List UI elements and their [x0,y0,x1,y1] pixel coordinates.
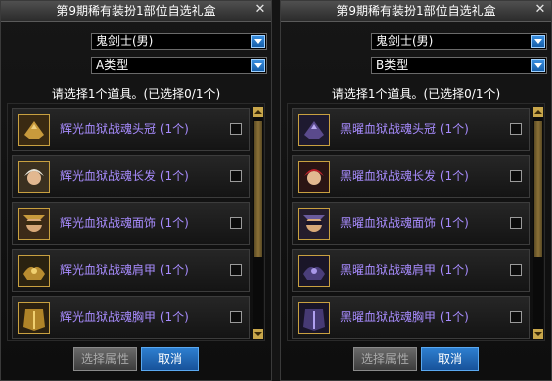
helmet-icon [18,114,50,146]
item-checkbox[interactable] [230,170,242,182]
list-item[interactable]: 辉光血狱战魂胸甲 (1个) [12,296,250,339]
title-bar[interactable]: 第9期稀有装扮1部位自选礼盒 ✕ [1,1,271,22]
item-checkbox[interactable] [510,217,522,229]
scroll-down-icon[interactable] [253,329,263,339]
job-select-value: 鬼剑士(男) [96,34,154,48]
item-checkbox[interactable] [510,264,522,276]
item-name: 黑曜血狱战魂胸甲 (1个) [340,310,469,324]
item-name: 辉光血狱战魂头冠 (1个) [60,122,189,136]
item-checkbox[interactable] [230,264,242,276]
item-name: 黑曜血狱战魂面饰 (1个) [340,216,469,230]
item-checkbox[interactable] [230,217,242,229]
item-list: 辉光血狱战魂头冠 (1个) 辉光血狱战魂长发 (1个) 辉光血狱战魂面饰 (1个… [7,103,265,341]
item-name: 黑曜血狱战魂肩甲 (1个) [340,263,469,277]
type-select[interactable]: A类型 [91,57,267,74]
type-select-value: A类型 [96,58,129,72]
item-name: 辉光血狱战魂胸甲 (1个) [60,310,189,324]
list-item[interactable]: 辉光血狱战魂肩甲 (1个) [12,249,250,292]
job-select[interactable]: 鬼剑士(男) [91,33,267,50]
scroll-down-icon[interactable] [533,329,543,339]
scrollbar[interactable] [253,107,263,339]
job-select[interactable]: 鬼剑士(男) [371,33,547,50]
face-accessory-icon [298,208,330,240]
list-item[interactable]: 辉光血狱战魂头冠 (1个) [12,108,250,151]
list-item[interactable]: 黑曜血狱战魂面饰 (1个) [292,202,530,245]
scroll-up-icon[interactable] [253,107,263,117]
chevron-down-icon[interactable] [251,35,265,48]
type-select-value: B类型 [376,58,409,72]
shoulder-armor-icon [298,255,330,287]
item-checkbox[interactable] [230,123,242,135]
scroll-up-icon[interactable] [533,107,543,117]
item-name: 黑曜血狱战魂头冠 (1个) [340,122,469,136]
list-item[interactable]: 黑曜血狱战魂胸甲 (1个) [292,296,530,339]
scrollbar-thumb[interactable] [534,121,542,257]
job-select-value: 鬼剑士(男) [376,34,434,48]
close-icon[interactable]: ✕ [253,3,267,17]
gift-box-dialog-a: 第9期稀有装扮1部位自选礼盒 ✕ 鬼剑士(男) A类型 请选择1个道具。(已选择… [0,0,272,381]
list-item[interactable]: 辉光血狱战魂面饰 (1个) [12,202,250,245]
helmet-icon [298,114,330,146]
chest-armor-icon [18,302,50,334]
dialog-title: 第9期稀有装扮1部位自选礼盒 [56,4,216,18]
title-bar[interactable]: 第9期稀有装扮1部位自选礼盒 ✕ [281,1,551,22]
hair-icon [298,161,330,193]
chest-armor-icon [298,302,330,334]
gift-box-dialog-b: 第9期稀有装扮1部位自选礼盒 ✕ 鬼剑士(男) B类型 请选择1个道具。(已选择… [280,0,552,381]
item-name: 黑曜血狱战魂长发 (1个) [340,169,469,183]
hair-icon [18,161,50,193]
face-accessory-icon [18,208,50,240]
chevron-down-icon[interactable] [251,59,265,72]
chevron-down-icon[interactable] [531,35,545,48]
selection-instruction: 请选择1个道具。(已选择0/1个) [51,87,221,101]
item-name: 辉光血狱战魂长发 (1个) [60,169,189,183]
scrollbar[interactable] [533,107,543,339]
item-checkbox[interactable] [230,311,242,323]
selection-instruction: 请选择1个道具。(已选择0/1个) [331,87,501,101]
item-checkbox[interactable] [510,170,522,182]
select-attribute-button[interactable]: 选择属性 [73,347,137,371]
type-select[interactable]: B类型 [371,57,547,74]
list-item[interactable]: 黑曜血狱战魂头冠 (1个) [292,108,530,151]
item-list: 黑曜血狱战魂头冠 (1个) 黑曜血狱战魂长发 (1个) 黑曜血狱战魂面饰 (1个… [287,103,545,341]
select-attribute-button[interactable]: 选择属性 [353,347,417,371]
list-item[interactable]: 黑曜血狱战魂肩甲 (1个) [292,249,530,292]
item-checkbox[interactable] [510,123,522,135]
item-checkbox[interactable] [510,311,522,323]
close-icon[interactable]: ✕ [533,3,547,17]
shoulder-armor-icon [18,255,50,287]
list-item[interactable]: 黑曜血狱战魂长发 (1个) [292,155,530,198]
item-name: 辉光血狱战魂面饰 (1个) [60,216,189,230]
dialog-title: 第9期稀有装扮1部位自选礼盒 [336,4,496,18]
scrollbar-thumb[interactable] [254,121,262,257]
cancel-button[interactable]: 取消 [421,347,479,371]
item-name: 辉光血狱战魂肩甲 (1个) [60,263,189,277]
list-item[interactable]: 辉光血狱战魂长发 (1个) [12,155,250,198]
chevron-down-icon[interactable] [531,59,545,72]
cancel-button[interactable]: 取消 [141,347,199,371]
